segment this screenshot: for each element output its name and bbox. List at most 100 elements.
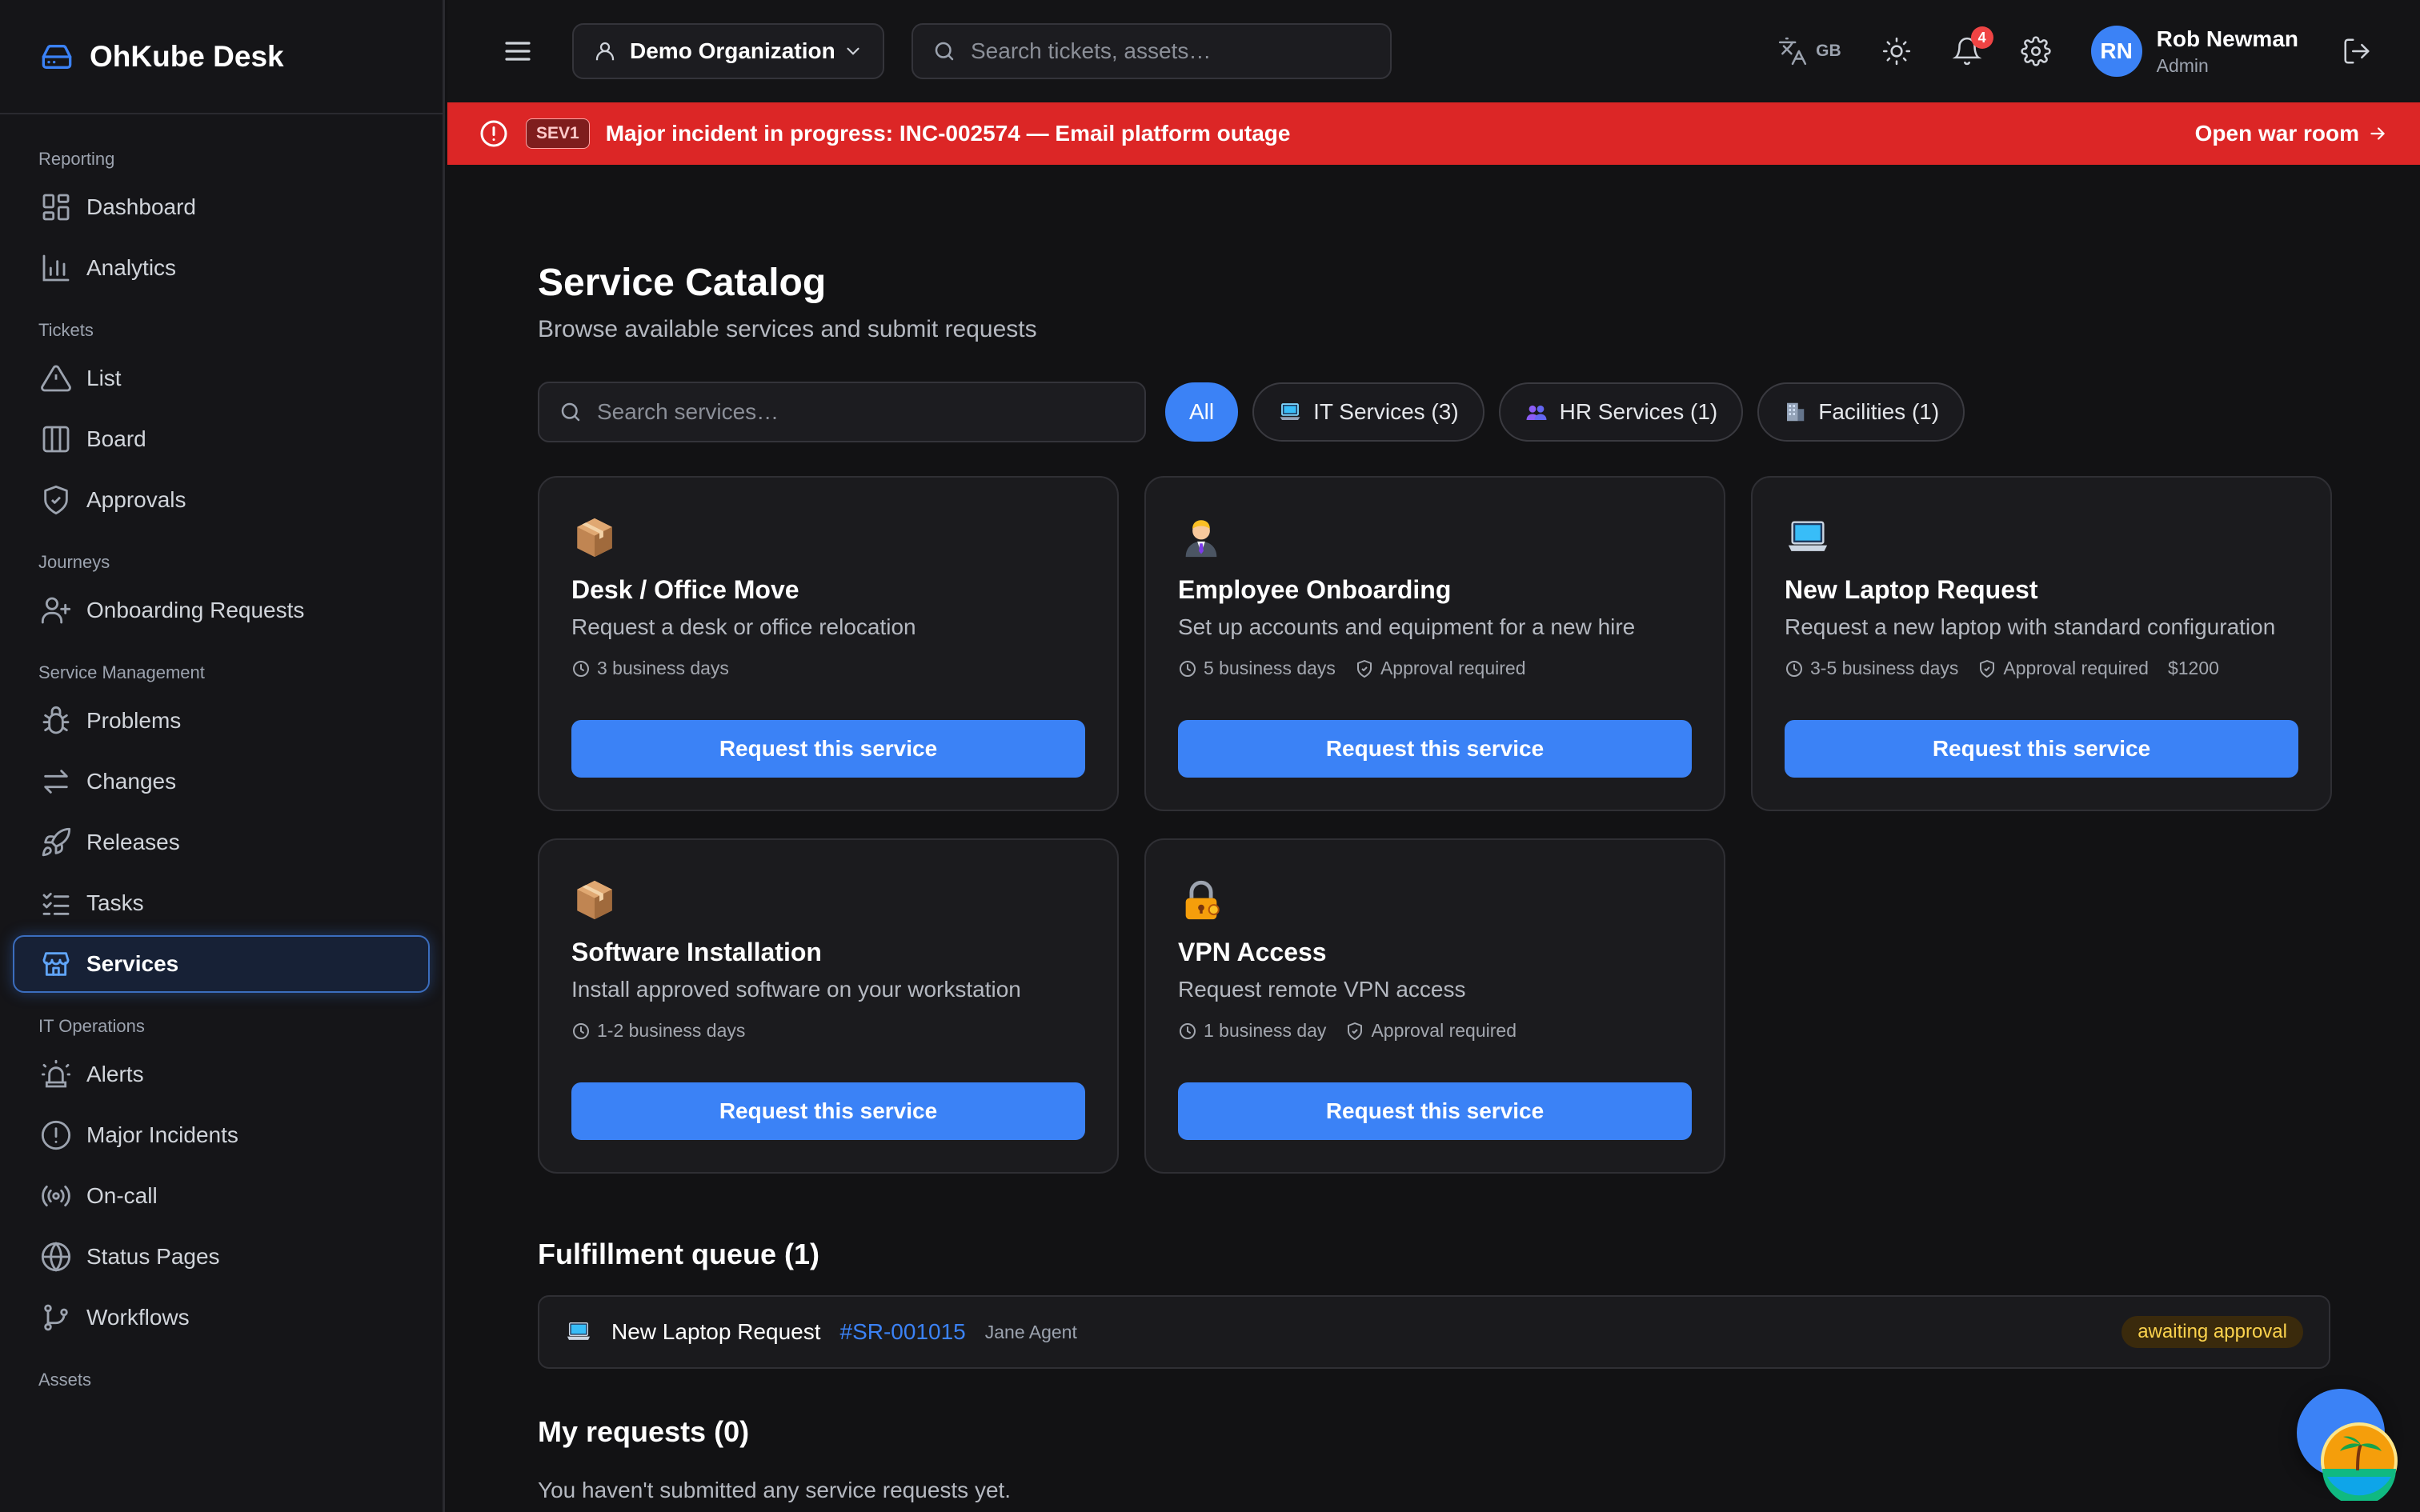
service-card-title: Software Installation [571, 938, 822, 966]
sidebar-item-on-call[interactable]: On-call [13, 1167, 430, 1225]
sidebar-item-problems[interactable]: Problems [13, 692, 430, 750]
sidebar-item-label: Board [86, 426, 146, 451]
sidebar-item-label: List [86, 366, 122, 390]
sidebar-item-list[interactable]: List [13, 350, 430, 407]
service-price: $1200 [2167, 658, 2219, 678]
sidebar-item-onboarding-requests[interactable]: Onboarding Requests [13, 582, 430, 639]
user-plus-icon [40, 594, 72, 626]
nav-section-title: Reporting [38, 149, 115, 169]
lock-key-icon [1178, 877, 1692, 923]
shield-check-icon [1345, 1022, 1371, 1041]
app-name: OhKube Desk [90, 39, 284, 73]
clock-icon [1785, 659, 1810, 678]
notifications-button[interactable]: 4 [1952, 26, 1993, 66]
request-service-button[interactable]: Request this service [571, 720, 1085, 778]
alert-circle-icon [479, 119, 508, 148]
sidebar-item-label: Services [86, 951, 179, 976]
sidebar-item-alerts[interactable]: Alerts [13, 1046, 430, 1103]
global-search[interactable] [912, 23, 1392, 79]
office-worker-icon [1178, 514, 1692, 561]
organization-label: Demo Organization [630, 38, 835, 63]
avatar[interactable]: RN [2090, 26, 2142, 77]
clock-icon [571, 659, 597, 678]
filter-chip-hr-services[interactable]: HR Services (1) [1498, 382, 1744, 442]
banner-message: Major incident in progress: INC-002574 —… [605, 121, 1291, 146]
search-icon [559, 400, 583, 424]
sidebar-item-major-incidents[interactable]: Major Incidents [13, 1106, 430, 1164]
service-card-title: Desk / Office Move [571, 575, 799, 604]
building-icon [1783, 400, 1807, 424]
sidebar-item-tasks[interactable]: Tasks [13, 874, 430, 932]
queue-item-id-link[interactable]: #SR-001015 [840, 1319, 966, 1345]
sidebar-item-board[interactable]: Board [13, 410, 430, 468]
service-card-desk-office-move[interactable]: Desk / Office Move Request a desk or off… [538, 476, 1119, 811]
request-service-button[interactable]: Request this service [1178, 720, 1692, 778]
list-checks-icon [40, 887, 72, 919]
user-info[interactable]: Rob Newman Admin [2157, 26, 2298, 77]
sidebar-item-approvals[interactable]: Approvals [13, 471, 430, 529]
alert-triangle-icon [40, 362, 72, 394]
filter-chip-it-services[interactable]: IT Services (3) [1252, 382, 1484, 442]
store-icon [40, 948, 72, 980]
workflow-icon [40, 1302, 72, 1334]
my-requests-empty-text: You haven't submitted any service reques… [538, 1478, 1012, 1502]
service-card-new-laptop-request[interactable]: New Laptop Request Request a new laptop … [1751, 476, 2332, 811]
sidebar-item-services[interactable]: Services [13, 935, 430, 993]
service-time: 3 business days [571, 658, 729, 679]
service-card-title: VPN Access [1178, 938, 1327, 966]
language-button[interactable]: GB [1769, 36, 1841, 66]
alert-circle-icon [40, 1119, 72, 1151]
filter-chip-all[interactable]: All [1165, 382, 1239, 442]
sidebar-item-label: Dashboard [86, 194, 196, 219]
shield-check-icon [1355, 659, 1380, 678]
queue-row[interactable]: New Laptop Request #SR-001015 Jane Agent… [538, 1295, 2330, 1369]
sidebar-item-releases[interactable]: Releases [13, 814, 430, 871]
sidebar-item-workflows[interactable]: Workflows [13, 1289, 430, 1346]
search-icon [932, 39, 956, 63]
brand[interactable]: OhKube Desk [0, 0, 443, 114]
translate-icon [1777, 36, 1808, 66]
nav-section-title: IT Operations [38, 1016, 145, 1036]
nav-section-title: Journeys [38, 552, 110, 572]
sidebar-item-label: Alerts [86, 1062, 144, 1086]
organization-select[interactable]: Demo Organization [572, 23, 884, 79]
bug-icon [40, 705, 72, 737]
sidebar-item-status-pages[interactable]: Status Pages [13, 1228, 430, 1286]
package-icon [571, 877, 1085, 923]
arrows-swap-icon [40, 766, 72, 798]
service-card-description: Set up accounts and equipment for a new … [1178, 614, 1636, 639]
sidebar-item-label: Analytics [86, 255, 177, 280]
shield-check-icon [40, 484, 72, 516]
island-avatar-icon[interactable] [2319, 1421, 2399, 1501]
rocket-icon [40, 826, 72, 858]
open-war-room-link[interactable]: Open war room [2195, 121, 2388, 146]
filter-chip-facilities[interactable]: Facilities (1) [1757, 382, 1965, 442]
service-card-employee-onboarding[interactable]: Employee Onboarding Set up accounts and … [1144, 476, 1725, 811]
service-approval-label: Approval required [1380, 658, 1526, 678]
service-time-label: 1 business day [1204, 1020, 1327, 1041]
request-service-button[interactable]: Request this service [571, 1082, 1085, 1140]
gear-icon[interactable] [2021, 36, 2051, 66]
header-actions: GB 4 RN Rob Newman Admin [1769, 0, 2420, 102]
service-search-input[interactable] [597, 399, 1125, 425]
service-card-meta: 5 business days Approval required [1178, 658, 1692, 679]
sidebar-item-dashboard[interactable]: Dashboard [13, 178, 430, 236]
sidebar-item-analytics[interactable]: Analytics [13, 239, 430, 297]
logout-icon[interactable] [2342, 36, 2372, 66]
service-approval: Approval required [1345, 1020, 1517, 1042]
fulfillment-queue-title: Fulfillment queue (1) [538, 1238, 820, 1270]
request-service-button[interactable]: Request this service [1178, 1082, 1692, 1140]
severity-badge: SEV1 [526, 118, 590, 149]
sidebar-item-changes[interactable]: Changes [13, 753, 430, 810]
main-content: Service Catalog Browse available service… [538, 165, 2332, 1503]
service-card-description: Request a desk or office relocation [571, 614, 916, 639]
sun-icon[interactable] [1881, 36, 1912, 66]
menu-icon[interactable] [499, 32, 537, 70]
service-card-vpn-access[interactable]: VPN Access Request remote VPN access 1 b… [1144, 838, 1725, 1174]
service-approval-label: Approval required [2003, 658, 2149, 678]
service-search[interactable] [538, 382, 1146, 442]
global-search-input[interactable] [971, 38, 1371, 64]
service-card-software-installation[interactable]: Software Installation Install approved s… [538, 838, 1119, 1174]
clock-icon [1178, 1022, 1204, 1041]
request-service-button[interactable]: Request this service [1785, 720, 2298, 778]
